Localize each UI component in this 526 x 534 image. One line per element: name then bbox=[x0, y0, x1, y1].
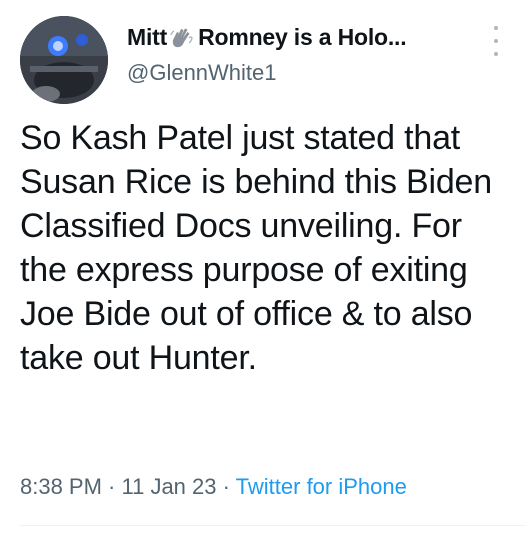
vertical-ellipsis-icon bbox=[494, 26, 498, 30]
tweet-date[interactable]: 11 Jan 23 bbox=[122, 474, 217, 499]
ellipsis-dot bbox=[494, 39, 498, 43]
meta-separator: · bbox=[101, 474, 122, 499]
display-name-part2: Romney is a Holo... bbox=[198, 24, 407, 50]
divider bbox=[20, 525, 526, 526]
tweet-metadata: 8:38 PM · 11 Jan 23 · Twitter for iPhone bbox=[20, 474, 407, 500]
tweet-card: Mitt Romney is a Holo... @GlennWhite1 So… bbox=[0, 0, 526, 534]
avatar[interactable] bbox=[20, 16, 108, 104]
display-name-part1: Mitt bbox=[127, 24, 168, 50]
tweet-source-link[interactable]: Twitter for iPhone bbox=[236, 474, 407, 499]
avatar-image bbox=[20, 16, 108, 104]
display-name-row[interactable]: Mitt Romney is a Holo... bbox=[127, 24, 407, 51]
hand-wave-icon bbox=[169, 26, 196, 50]
more-options-button[interactable] bbox=[488, 26, 504, 56]
tweet-text: So Kash Patel just stated that Susan Ric… bbox=[20, 119, 492, 377]
user-handle[interactable]: @GlennWhite1 bbox=[127, 60, 277, 86]
tweet-time[interactable]: 8:38 PM bbox=[20, 474, 102, 499]
ellipsis-dot bbox=[494, 52, 498, 56]
meta-separator: · bbox=[216, 474, 236, 499]
